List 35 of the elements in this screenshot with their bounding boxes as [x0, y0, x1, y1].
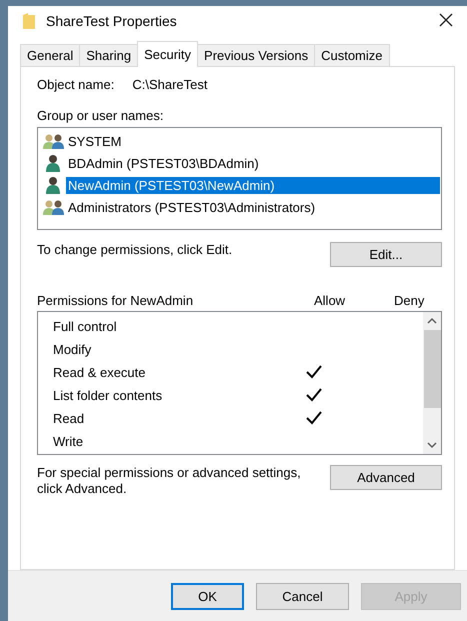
- hint-text: For special permissions or advanced settings, click Advanced.: [37, 465, 302, 497]
- user-list-item[interactable]: NewAdmin (PSTEST03\NewAdmin): [66, 176, 440, 194]
- field-label: Object name:: [37, 77, 114, 92]
- tab[interactable]: Security: [137, 41, 198, 67]
- permission-name: List folder contents: [53, 388, 164, 403]
- dialog-button[interactable]: OK: [171, 582, 244, 610]
- edit-button[interactable]: Edit...: [330, 242, 442, 267]
- tab[interactable]: Previous Versions: [197, 44, 316, 66]
- permission-name: Read & execute: [53, 365, 147, 380]
- scroll-up-icon[interactable]: [427, 316, 437, 326]
- window-title: ShareTest Properties: [46, 13, 178, 29]
- column-header: Deny: [394, 293, 426, 308]
- scrollbar[interactable]: [423, 312, 441, 454]
- user-group-icon: [43, 133, 65, 149]
- hint-text: To change permissions, click Edit.: [37, 242, 232, 257]
- permission-name: Full control: [53, 319, 118, 334]
- folder-icon: [22, 13, 36, 29]
- advanced-button[interactable]: Advanced: [330, 465, 442, 490]
- object-name: C:\ShareTest: [132, 77, 208, 92]
- permission-name: Write: [53, 434, 84, 449]
- user-group-icon: [43, 199, 65, 215]
- permission-name: Read: [53, 411, 86, 426]
- tab[interactable]: Sharing: [79, 44, 138, 66]
- tab[interactable]: Customize: [314, 44, 390, 66]
- column-header: Allow: [314, 293, 346, 308]
- scroll-down-icon[interactable]: [427, 440, 437, 450]
- section-label: Group or user names:: [37, 108, 164, 123]
- close-icon: [439, 12, 453, 26]
- permission-name: Modify: [53, 342, 92, 357]
- user-list-item[interactable]: SYSTEM: [66, 132, 124, 150]
- section-label: Permissions for NewAdmin: [37, 293, 194, 308]
- tab[interactable]: General: [20, 44, 80, 66]
- user-list-item[interactable]: Administrators (PSTEST03\Administrators): [66, 198, 318, 216]
- dialog-button[interactable]: Cancel: [256, 582, 349, 610]
- user-list-item[interactable]: BDAdmin (PSTEST03\BDAdmin): [66, 154, 261, 172]
